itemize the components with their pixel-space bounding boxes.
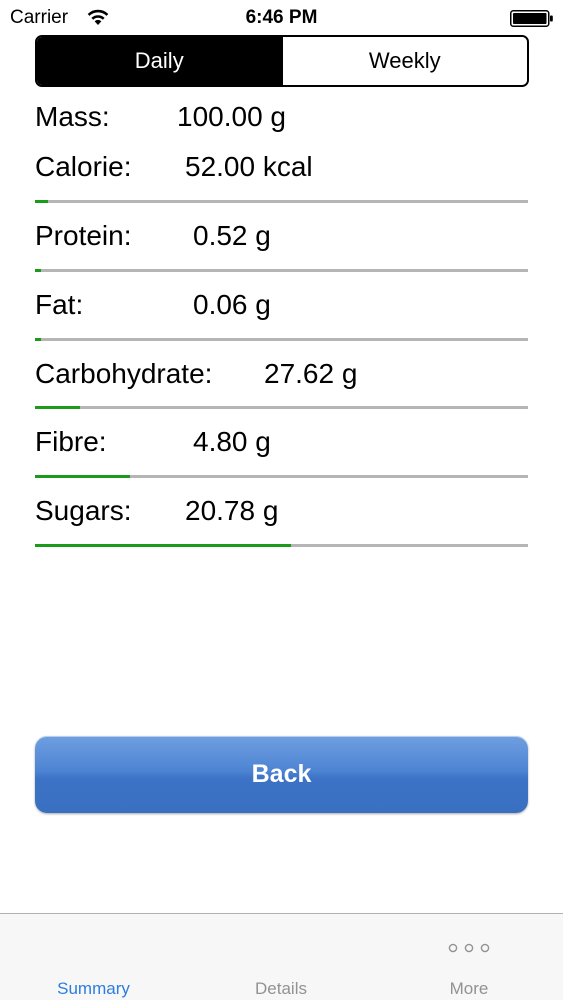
progress-bar-carbohydrate — [35, 406, 528, 409]
nutrient-label: Fat: — [35, 289, 84, 320]
tab-details[interactable]: Details — [187, 914, 375, 1001]
tab-more-label: More — [449, 979, 489, 998]
status-bar: Carrier 6:46 PM — [0, 0, 563, 36]
nutrient-label: Calorie: — [35, 151, 132, 182]
nutrient-label: Sugars: — [35, 495, 132, 526]
progress-fill — [35, 200, 48, 203]
segment-daily[interactable]: Daily — [37, 37, 282, 85]
battery-icon — [510, 10, 554, 27]
tab-bar: Summary Details More — [0, 913, 563, 1000]
nutrient-value: 4.80 g — [193, 426, 271, 457]
nutrient-label: Mass: — [35, 101, 110, 132]
more-dots-icon — [447, 941, 491, 953]
back-button[interactable]: Back — [35, 736, 528, 813]
tab-summary-label: Summary — [57, 979, 130, 998]
tab-more[interactable]: More — [375, 914, 563, 1001]
progress-fill — [35, 406, 81, 409]
daily-weekly-segmented-control: Daily Weekly — [35, 35, 529, 87]
progress-fill — [35, 544, 291, 547]
status-time: 6:46 PM — [245, 7, 318, 28]
progress-fill — [35, 475, 130, 478]
nutrient-label: Protein: — [35, 220, 132, 251]
tab-summary[interactable]: Summary — [0, 914, 187, 1001]
nutrient-value: 20.78 g — [185, 495, 279, 526]
progress-bar-sugars — [35, 544, 528, 547]
tab-details-label: Details — [255, 979, 307, 998]
progress-bar-protein — [35, 269, 528, 272]
segment-weekly[interactable]: Weekly — [281, 37, 527, 85]
nutrient-value: 100.00 g — [177, 101, 286, 132]
nutrient-value: 0.06 g — [193, 289, 271, 320]
nutrient-label: Fibre: — [35, 426, 107, 457]
progress-bar-calorie — [35, 200, 528, 203]
nutrient-value: 0.52 g — [193, 220, 271, 251]
progress-bar-fibre — [35, 475, 528, 478]
nutrient-value: 27.62 g — [264, 358, 358, 389]
nutrient-value: 52.00 kcal — [185, 151, 313, 182]
progress-fill — [35, 338, 41, 341]
nutrient-label: Carbohydrate: — [35, 358, 213, 389]
progress-bar-fat — [35, 338, 528, 341]
progress-fill — [35, 269, 41, 272]
